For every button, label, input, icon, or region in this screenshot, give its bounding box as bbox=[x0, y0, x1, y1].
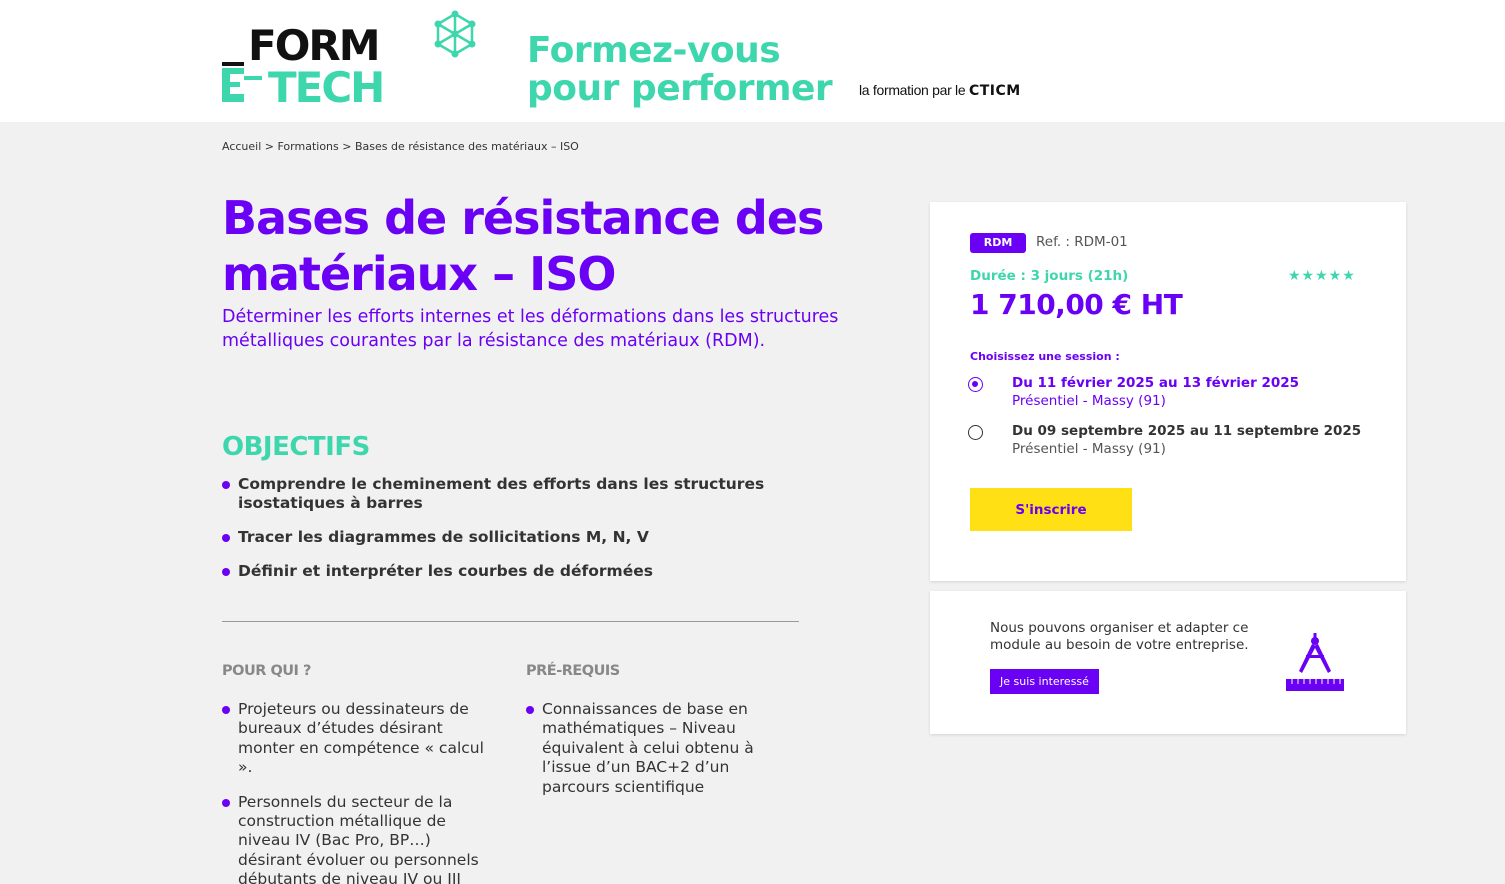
pour-qui-text: Projeteurs ou dessinateurs de bureaux d’… bbox=[238, 700, 484, 777]
course-reference: Ref. : RDM-01 bbox=[1036, 234, 1128, 250]
bullet-icon bbox=[222, 534, 230, 542]
objectif-text: Tracer les diagrammes de sollicitations … bbox=[238, 528, 649, 546]
bullet-icon bbox=[222, 706, 230, 714]
pour-qui-list: Projeteurs ou dessinateurs de bureaux d’… bbox=[222, 700, 497, 884]
breadcrumb: Accueil > Formations > Bases de résistan… bbox=[222, 140, 579, 153]
list-item: Connaissances de base en mathématiques –… bbox=[526, 700, 801, 797]
session-option-2[interactable]: Du 09 septembre 2025 au 11 septembre 202… bbox=[968, 423, 1368, 459]
inscrire-button[interactable]: S'inscrire bbox=[970, 488, 1132, 531]
breadcrumb-separator: > bbox=[264, 140, 274, 153]
prerequis-list: Connaissances de base en mathématiques –… bbox=[526, 700, 801, 812]
bullet-icon bbox=[222, 568, 230, 576]
form-e-tech-logo[interactable]: FORM TECH bbox=[222, 10, 482, 105]
pour-qui-text: Personnels du secteur de la construction… bbox=[238, 792, 479, 884]
breadcrumb-home[interactable]: Accueil bbox=[222, 140, 261, 153]
bullet-icon bbox=[222, 481, 230, 489]
prerequis-text: Connaissances de base en mathématiques –… bbox=[542, 700, 754, 796]
cticm-logo[interactable]: CTICM bbox=[969, 83, 1021, 99]
rating-stars-icon: ★★★★★ bbox=[1288, 268, 1356, 284]
list-item: Comprendre le cheminement des efforts da… bbox=[222, 475, 812, 513]
tagline: Formez-vous pour performer bbox=[527, 30, 833, 109]
session-label: Choisissez une session : bbox=[970, 350, 1120, 363]
bullet-icon bbox=[222, 798, 230, 807]
radio-selected-icon[interactable] bbox=[968, 377, 983, 392]
bullet-icon bbox=[526, 706, 534, 714]
objectif-text: Comprendre le cheminement des efforts da… bbox=[238, 475, 765, 512]
page-title: Bases de résistance des matériaux – ISO bbox=[222, 190, 872, 302]
svg-text:TECH: TECH bbox=[268, 63, 383, 105]
course-duration: Durée : 3 jours (21h) bbox=[970, 268, 1129, 284]
session-option-1[interactable]: Du 11 février 2025 au 13 février 2025 Pr… bbox=[968, 375, 1368, 411]
category-badge: RDM bbox=[970, 233, 1026, 253]
breadcrumb-separator: > bbox=[342, 140, 352, 153]
site-header: FORM TECH Formez-vous pour performer la … bbox=[0, 0, 1505, 122]
page-title-line-1: Bases de résistance des bbox=[222, 191, 824, 245]
booking-card: RDM Ref. : RDM-01 Durée : 3 jours (21h) … bbox=[930, 202, 1406, 581]
breadcrumb-formations[interactable]: Formations bbox=[278, 140, 339, 153]
prerequis-heading: PRÉ-REQUIS bbox=[526, 663, 620, 679]
page-title-line-2: matériaux – ISO bbox=[222, 247, 616, 301]
session-place: Présentiel - Massy (91) bbox=[1012, 393, 1166, 409]
course-price: 1 710,00 € HT bbox=[970, 288, 1183, 321]
compass-ruler-icon bbox=[1286, 633, 1344, 691]
tagline-line-2: pour performer bbox=[527, 68, 833, 109]
radio-unselected-icon[interactable] bbox=[968, 425, 983, 440]
interested-button[interactable]: Je suis interessé bbox=[990, 669, 1099, 694]
session-dates: Du 11 février 2025 au 13 février 2025 bbox=[1012, 375, 1300, 391]
session-dates: Du 09 septembre 2025 au 11 septembre 202… bbox=[1012, 423, 1362, 439]
custom-training-card: Nous pouvons organiser et adapter ce mod… bbox=[930, 591, 1406, 734]
partner-mention: la formation par le CTICM bbox=[859, 82, 1021, 99]
list-item: Personnels du secteur de la construction… bbox=[222, 793, 497, 884]
objectif-text: Définir et interpréter les courbes de dé… bbox=[238, 562, 653, 580]
list-item: Tracer les diagrammes de sollicitations … bbox=[222, 528, 812, 547]
session-place: Présentiel - Massy (91) bbox=[1012, 441, 1166, 457]
custom-training-text: Nous pouvons organiser et adapter ce mod… bbox=[990, 620, 1249, 653]
list-item: Définir et interpréter les courbes de dé… bbox=[222, 562, 812, 581]
tagline-line-1: Formez-vous bbox=[527, 30, 781, 71]
breadcrumb-current: Bases de résistance des matériaux – ISO bbox=[354, 140, 579, 153]
objectifs-list: Comprendre le cheminement des efforts da… bbox=[222, 475, 812, 596]
section-divider bbox=[222, 621, 799, 622]
objectifs-heading: OBJECTIFS bbox=[222, 432, 370, 462]
partner-prefix: la formation par le bbox=[859, 82, 969, 98]
pour-qui-heading: POUR QUI ? bbox=[222, 663, 311, 679]
page-subtitle: Déterminer les efforts internes et les d… bbox=[222, 307, 839, 351]
list-item: Projeteurs ou dessinateurs de bureaux d’… bbox=[222, 700, 497, 778]
